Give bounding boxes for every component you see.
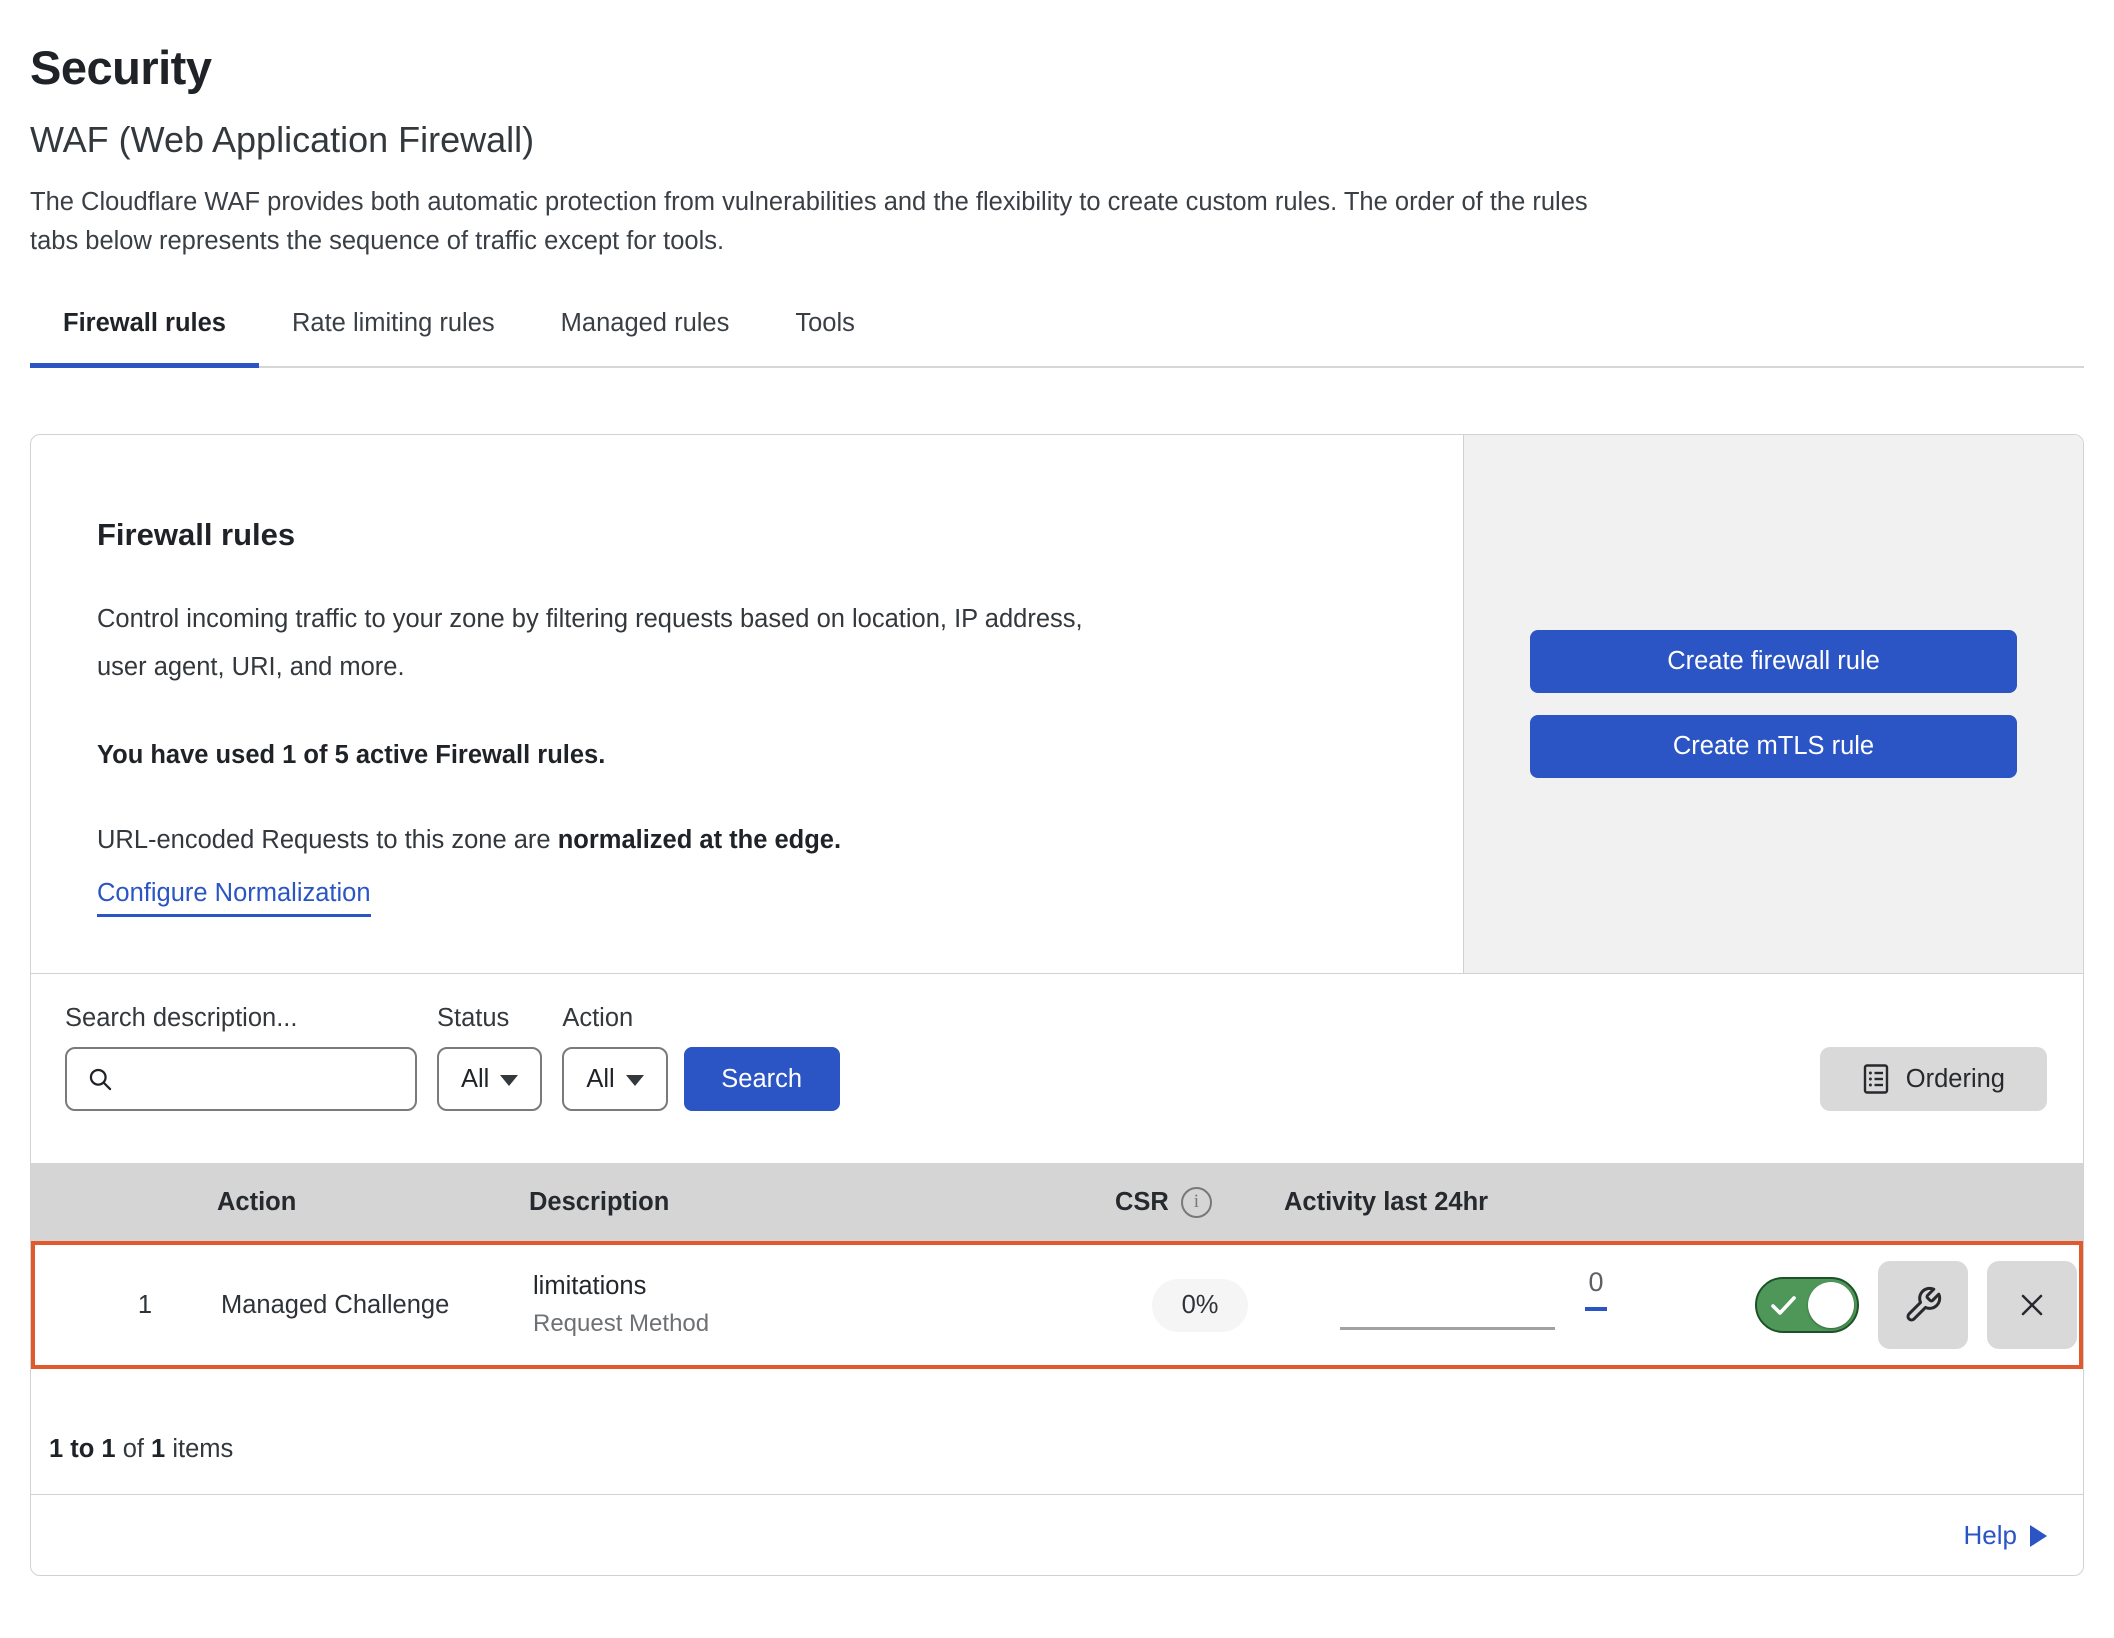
close-icon <box>2014 1287 2050 1323</box>
firewall-rules-info-section: Firewall rules Control incoming traffic … <box>31 435 2083 974</box>
page-description: The Cloudflare WAF provides both automat… <box>30 183 2084 261</box>
status-selected-value: All <box>461 1065 489 1094</box>
info-icon[interactable]: i <box>1181 1187 1212 1218</box>
panel-description-line1: Control incoming traffic to your zone by… <box>97 595 1403 643</box>
activity-sparkline <box>1340 1327 1555 1330</box>
csr-column-header: CSR i <box>1051 1187 1271 1218</box>
chevron-down-icon <box>626 1075 644 1086</box>
rule-activity: 0 <box>1275 1245 1755 1365</box>
panel-heading: Firewall rules <box>97 517 1403 553</box>
create-firewall-rule-button[interactable]: Create firewall rule <box>1530 630 2017 693</box>
items-total: 1 <box>151 1435 165 1463</box>
rule-description: limitations Request Method <box>533 1272 1055 1338</box>
usage-summary: You have used 1 of 5 active Firewall rul… <box>97 741 1403 770</box>
actions-panel: Create firewall rule Create mTLS rule <box>1463 435 2083 973</box>
ordering-list-icon <box>1862 1063 1890 1095</box>
security-waf-page: Security WAF (Web Application Firewall) … <box>0 0 2114 1576</box>
action-select[interactable]: All <box>562 1047 667 1111</box>
help-row: Help <box>31 1495 2083 1575</box>
chevron-down-icon <box>500 1075 518 1086</box>
page-title: Security <box>30 40 2084 95</box>
csr-badge: 0% <box>1152 1279 1249 1332</box>
help-label: Help <box>1964 1520 2017 1551</box>
csr-header-label: CSR <box>1115 1188 1169 1217</box>
delete-rule-button[interactable] <box>1987 1261 2077 1349</box>
status-label: Status <box>437 1004 542 1033</box>
table-row: 1 Managed Challenge limitations Request … <box>31 1241 2083 1369</box>
activity-count-underline <box>1585 1307 1607 1311</box>
table-header: Action Description CSR i Activity last 2… <box>31 1163 2083 1241</box>
action-label: Action <box>562 1004 667 1033</box>
search-box[interactable] <box>65 1047 417 1111</box>
search-button[interactable]: Search <box>684 1047 840 1111</box>
search-icon <box>87 1066 114 1093</box>
page-description-line1: The Cloudflare WAF provides both automat… <box>30 183 2084 222</box>
filters-bar: Search description... Status All <box>31 974 2083 1163</box>
activity-count-link[interactable]: 0 <box>1585 1267 1607 1311</box>
ordering-button-label: Ordering <box>1906 1065 2005 1094</box>
status-field: Status All <box>437 1004 542 1111</box>
normalization-note: URL-encoded Requests to this zone are no… <box>97 826 1403 855</box>
rule-description-title: limitations <box>533 1272 1055 1301</box>
rule-description-sub: Request Method <box>533 1310 1055 1338</box>
page-description-line2: tabs below represents the sequence of tr… <box>30 222 2084 261</box>
rule-order: 1 <box>35 1291 185 1320</box>
wrench-icon <box>1903 1285 1943 1325</box>
search-input[interactable] <box>124 1064 399 1095</box>
description-column-header: Description <box>529 1188 1051 1217</box>
search-label: Search description... <box>65 1004 417 1033</box>
check-icon <box>1770 1294 1798 1318</box>
tab-rate-limiting-rules[interactable]: Rate limiting rules <box>259 309 528 366</box>
rule-csr: 0% <box>1055 1279 1275 1332</box>
action-column-header: Action <box>181 1188 529 1217</box>
action-field: Action All <box>562 1004 667 1111</box>
firewall-rules-card: Firewall rules Control incoming traffic … <box>30 434 2084 1576</box>
edit-rule-button[interactable] <box>1878 1261 1968 1349</box>
rule-action: Managed Challenge <box>185 1291 533 1320</box>
tab-firewall-rules[interactable]: Firewall rules <box>30 309 259 368</box>
status-select[interactable]: All <box>437 1047 542 1111</box>
rules-tabs: Firewall rules Rate limiting rules Manag… <box>30 309 2084 368</box>
items-range: 1 to 1 <box>49 1435 116 1463</box>
search-field: Search description... <box>65 1004 417 1111</box>
create-mtls-rule-button[interactable]: Create mTLS rule <box>1530 715 2017 778</box>
tab-managed-rules[interactable]: Managed rules <box>528 309 763 366</box>
panel-description: Control incoming traffic to your zone by… <box>97 595 1403 691</box>
normalization-text: URL-encoded Requests to this zone are <box>97 826 558 854</box>
firewall-rules-info: Firewall rules Control incoming traffic … <box>31 435 1463 973</box>
page-subtitle: WAF (Web Application Firewall) <box>30 119 2084 161</box>
pagination-summary: 1 to 1 of 1 items <box>31 1369 2083 1494</box>
panel-description-line2: user agent, URI, and more. <box>97 643 1403 691</box>
help-link[interactable]: Help <box>1964 1520 2047 1551</box>
rule-controls <box>1755 1261 2084 1349</box>
toggle-knob <box>1808 1282 1854 1328</box>
tab-tools[interactable]: Tools <box>762 309 888 366</box>
action-selected-value: All <box>586 1065 614 1094</box>
normalization-bold-text: normalized at the edge. <box>558 826 841 854</box>
configure-normalization-link[interactable]: Configure Normalization <box>97 879 371 917</box>
arrow-right-icon <box>2030 1525 2047 1547</box>
ordering-button[interactable]: Ordering <box>1820 1047 2047 1111</box>
activity-column-header: Activity last 24hr <box>1271 1188 1751 1217</box>
rule-enabled-toggle[interactable] <box>1755 1277 1859 1333</box>
activity-count: 0 <box>1588 1267 1603 1298</box>
